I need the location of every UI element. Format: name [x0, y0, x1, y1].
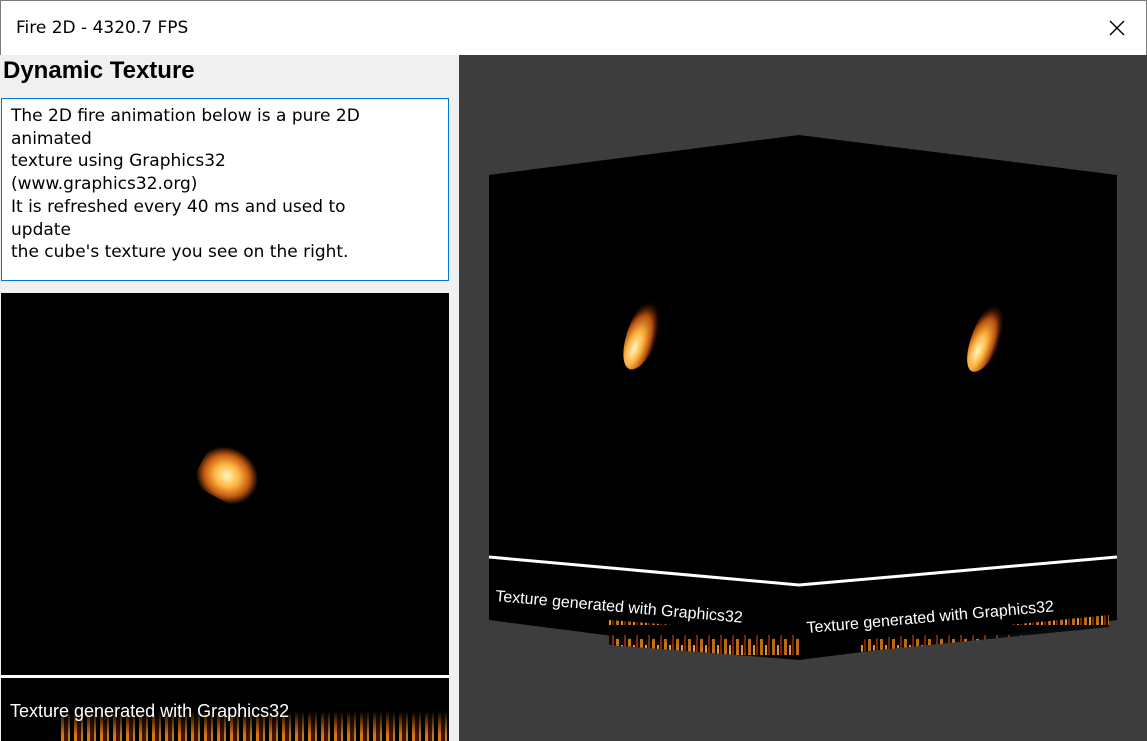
title-bar: Fire 2D - 4320.7 FPS: [0, 0, 1147, 55]
description-memo[interactable]: The 2D fire animation below is a pure 2D…: [1, 98, 449, 281]
cube-viewport[interactable]: Texture generated with Graphics32 Textur…: [459, 55, 1147, 741]
close-icon: [1109, 20, 1125, 36]
panel-heading: Dynamic Texture: [3, 57, 195, 84]
window-title: Fire 2D - 4320.7 FPS: [16, 18, 189, 38]
description-text: The 2D fire animation below is a pure 2D…: [11, 106, 360, 263]
cube-scene: Texture generated with Graphics32 Textur…: [488, 135, 1118, 660]
fire-particle: [190, 395, 308, 521]
left-panel: Dynamic Texture The 2D fire animation be…: [0, 55, 459, 741]
splitter[interactable]: [449, 55, 459, 741]
close-button[interactable]: [1088, 1, 1146, 55]
texture-divider-line: [1, 675, 449, 678]
texture-caption: Texture generated with Graphics32: [10, 701, 290, 721]
fire-texture-preview: Texture generated with Graphics32: [1, 293, 449, 741]
